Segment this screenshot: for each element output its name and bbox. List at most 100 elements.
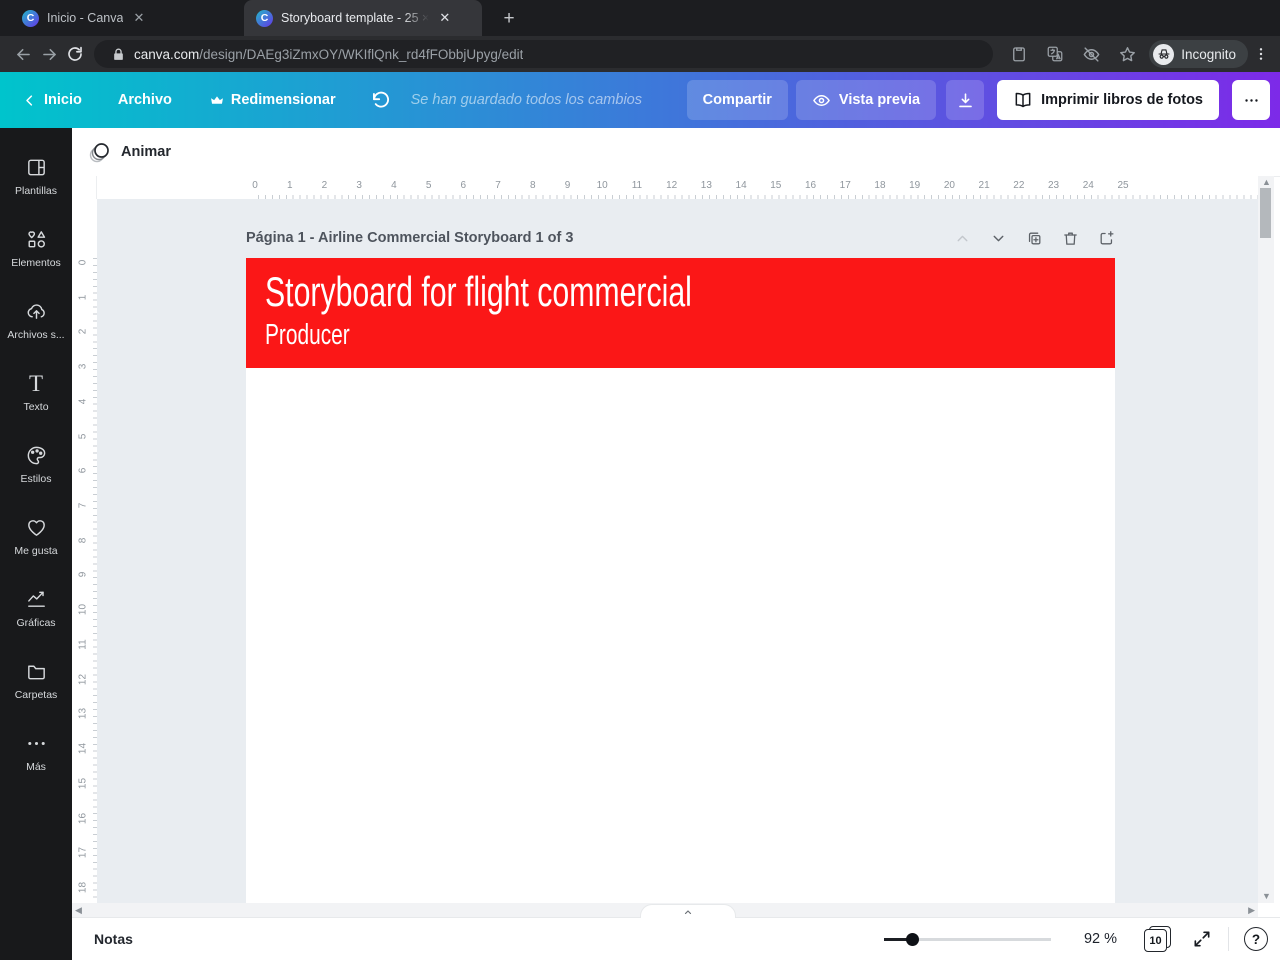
book-icon [1015, 92, 1031, 108]
banner-title[interactable]: Storyboard for flight commercial [265, 267, 877, 317]
zoom-value[interactable]: 92 % [1084, 931, 1117, 947]
animate-button[interactable]: Animar [88, 140, 171, 164]
notes-panel-expander[interactable] [640, 904, 736, 918]
share-button[interactable]: Compartir [686, 80, 788, 120]
banner[interactable]: Storyboard for flight commercial Produce… [246, 258, 1115, 368]
zoom-slider[interactable] [883, 932, 1051, 946]
question-mark-icon: ? [1251, 931, 1261, 947]
sidebar-item-graficas[interactable]: Gráficas [0, 572, 72, 644]
sidebar-item-mas[interactable]: Más [0, 716, 72, 788]
scroll-right-icon[interactable]: ▶ [1248, 905, 1255, 915]
scroll-left-icon[interactable]: ◀ [75, 905, 82, 915]
sidebar-item-me-gusta[interactable]: Me gusta [0, 500, 72, 572]
add-page-icon[interactable] [1098, 230, 1115, 247]
ruler-number: 13 [77, 708, 89, 720]
delete-page-icon[interactable] [1062, 230, 1079, 247]
home-button[interactable]: Inicio [22, 92, 82, 108]
download-button[interactable] [946, 80, 985, 120]
scrollbar-thumb[interactable] [1260, 188, 1271, 238]
file-menu-button[interactable]: Archivo [118, 92, 172, 108]
browser-tab-active[interactable]: C Storyboard template - 25 × ✕ [244, 0, 482, 36]
ruler-number: 13 [700, 180, 712, 191]
ruler-number: 15 [770, 180, 782, 191]
ruler-number: 2 [321, 180, 328, 191]
move-page-down-icon[interactable] [990, 230, 1007, 247]
fullscreen-button[interactable] [1192, 929, 1212, 949]
undo-button[interactable] [370, 90, 391, 111]
slider-knob[interactable] [905, 932, 919, 946]
sidebar-item-estilos[interactable]: Estilos [0, 428, 72, 500]
bookmark-star-icon[interactable] [1113, 41, 1141, 67]
styles-icon [27, 446, 45, 464]
ruler-number: 5 [77, 433, 89, 439]
ruler-number: 7 [77, 502, 89, 509]
ruler-number: 23 [1047, 180, 1060, 191]
ruler-number: 6 [77, 468, 89, 474]
canva-favicon: C [256, 9, 273, 27]
ruler-number: 9 [77, 572, 89, 578]
ruler-number: 3 [356, 180, 362, 191]
page-body[interactable] [246, 368, 1115, 903]
incognito-label: Incognito [1181, 46, 1236, 62]
print-photo-books-button[interactable]: Imprimir libros de fotos [997, 80, 1219, 120]
back-icon[interactable] [10, 41, 36, 67]
sidebar-item-carpetas[interactable]: Carpetas [0, 644, 72, 716]
ruler-number: 16 [77, 812, 89, 824]
ruler-number: 18 [874, 180, 886, 191]
resize-button[interactable]: Redimensionar [210, 92, 336, 108]
ruler-number: 14 [77, 743, 89, 755]
preview-button[interactable]: Vista previa [795, 80, 937, 120]
templates-icon [27, 159, 45, 175]
sidebar-item-texto[interactable]: T Texto [0, 356, 72, 428]
help-button[interactable]: ? [1244, 927, 1268, 951]
elements-icon [27, 230, 45, 248]
ruler-number: 21 [978, 180, 990, 191]
reload-icon[interactable] [62, 41, 88, 67]
toolbar-extensions [1005, 41, 1141, 67]
grid-view-button[interactable]: 10 [1144, 926, 1172, 952]
browser-menu-icon[interactable] [1248, 41, 1274, 67]
design-canvas: Página 1 - Airline Commercial Storyboard… [97, 199, 1258, 903]
context-toolbar: Animar [72, 128, 1280, 176]
new-tab-button[interactable]: + [496, 6, 522, 32]
tab-close-icon[interactable]: ✕ [439, 10, 450, 26]
ruler-number: 0 [252, 180, 258, 191]
address-bar[interactable]: canva.com/design/DAEg3iZmxOY/WKIflQnk_rd… [94, 40, 994, 68]
forward-icon[interactable] [36, 41, 62, 67]
eye-off-icon[interactable] [1077, 41, 1105, 67]
uploads-icon [27, 303, 45, 319]
translate-icon[interactable] [1041, 41, 1069, 67]
ruler-number: 1 [286, 180, 293, 191]
scroll-down-icon[interactable]: ▼ [1262, 892, 1271, 901]
undo-icon [372, 91, 389, 108]
move-page-up-icon[interactable] [954, 230, 971, 247]
clipboard-icon[interactable] [1005, 41, 1033, 67]
ruler-number: 19 [909, 180, 921, 191]
scroll-up-icon[interactable]: ▲ [1262, 178, 1271, 187]
ruler-number: 8 [529, 180, 536, 191]
ruler-number: 12 [666, 180, 678, 191]
sidebar-item-plantillas[interactable]: Plantillas [0, 140, 72, 212]
more-icon [27, 741, 45, 745]
browser-tab-inactive[interactable]: C Inicio - Canva ✕ [10, 0, 242, 36]
crown-icon [210, 96, 223, 104]
page-actions [954, 230, 1115, 247]
tab-title: Storyboard template - 25 × [281, 11, 430, 25]
ruler-number: 5 [425, 180, 432, 191]
header-more-button[interactable] [1232, 80, 1270, 120]
banner-subtitle[interactable]: Producer [265, 317, 877, 355]
ruler-number: 12 [77, 673, 89, 685]
eye-icon [813, 94, 830, 106]
ruler-number: 4 [77, 398, 89, 405]
tab-close-icon[interactable]: ✕ [133, 10, 144, 26]
sidebar-item-archivos[interactable]: Archivos s... [0, 284, 72, 356]
incognito-badge[interactable]: Incognito [1149, 40, 1248, 68]
vertical-scrollbar[interactable]: ▲ ▼ [1258, 176, 1274, 903]
ruler-corner [72, 176, 97, 199]
notes-button[interactable]: Notas [94, 931, 133, 947]
duplicate-page-icon[interactable] [1026, 230, 1043, 247]
page-title[interactable]: Página 1 - Airline Commercial Storyboard… [246, 230, 573, 246]
horizontal-ruler: 0 1 2 3 4 5 6 7 8 9 10 11 12 13 14 15 16 17 18 19 20 21 22 23 24… [97, 176, 1258, 199]
sidebar-item-elementos[interactable]: Elementos [0, 212, 72, 284]
autosave-status: Se han guardado todos los cambios [410, 92, 642, 108]
